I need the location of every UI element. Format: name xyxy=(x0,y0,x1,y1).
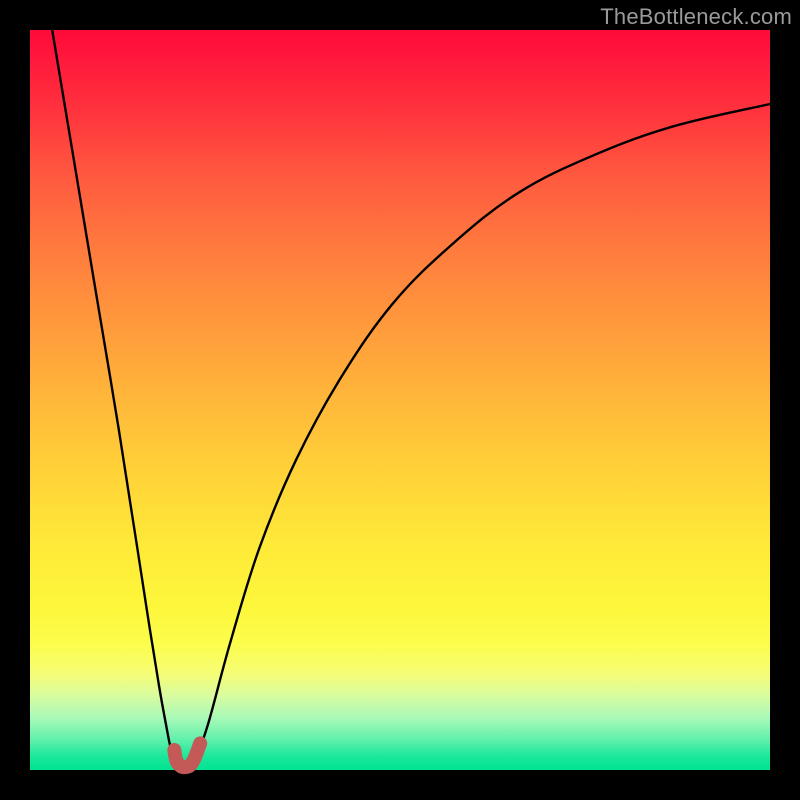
watermark-text: TheBottleneck.com xyxy=(600,4,792,30)
marker-hook xyxy=(174,743,200,767)
right-curve xyxy=(193,104,770,766)
plot-area xyxy=(30,30,770,770)
chart-svg xyxy=(30,30,770,770)
left-curve xyxy=(52,30,193,769)
chart-frame: TheBottleneck.com xyxy=(0,0,800,800)
